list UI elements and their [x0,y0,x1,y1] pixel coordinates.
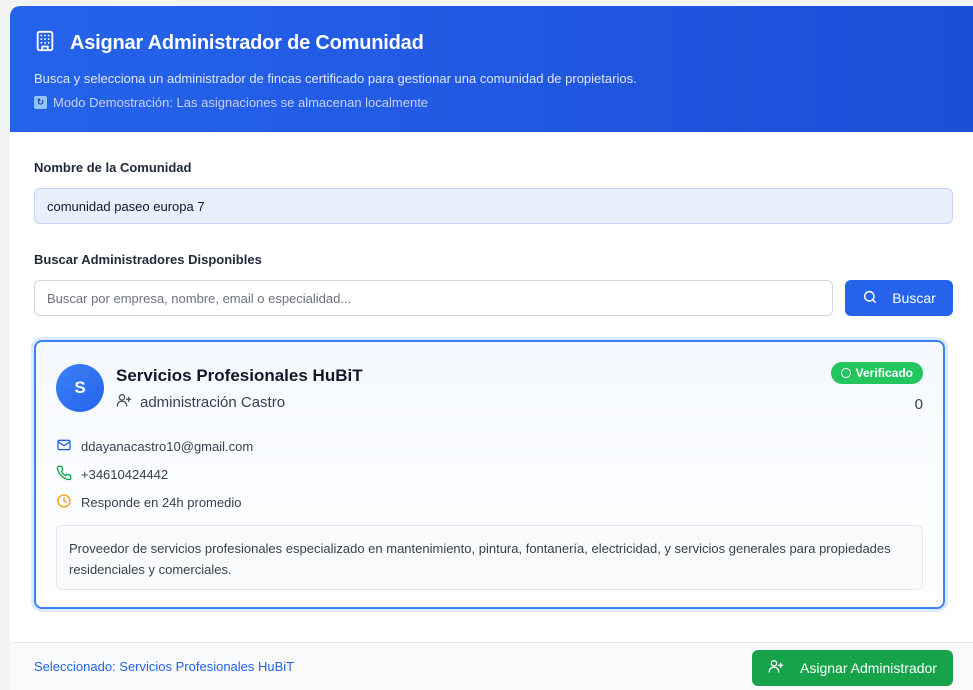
modal-footer: Seleccionado: Servicios Profesionales Hu… [10,642,973,690]
assign-admin-modal: Asignar Administrador de Comunidad Busca… [10,6,973,690]
contact-name: administración Castro [140,393,286,411]
assign-admin-button-label: Asignar Administrador [800,659,937,676]
modal-header: Asignar Administrador de Comunidad Busca… [10,6,973,132]
card-names: Servicios Profesionales HuBiT administra… [116,362,363,412]
mail-icon [56,437,72,456]
community-name-input[interactable]: comunidad paseo europa 7 [34,188,953,224]
response-row: Responde en 24h promedio [56,488,923,516]
assign-admin-button[interactable]: Asignar Administrador [752,649,953,686]
user-plus-icon [768,658,784,677]
search-input[interactable]: Buscar por empresa, nombre, email o espe… [34,280,833,316]
verified-badge-label: Verificado [855,366,913,380]
check-circle-icon [840,368,851,378]
refresh-icon: ↻ [34,96,47,109]
administrator-description: Proveedor de servicios profesionales esp… [56,525,923,590]
verified-badge: Verificado [830,362,923,384]
contact-row: administración Castro [116,392,363,412]
email-row: ddayanacastro10@gmail.com [56,432,923,460]
phone-icon [56,465,72,484]
company-name: Servicios Profesionales HuBiT [116,366,363,385]
community-name-label: Nombre de la Comunidad [34,160,192,175]
demo-mode-note: ↻ Modo Demostración: Las asignaciones se… [34,95,949,110]
modal-body: Nombre de la Comunidad comunidad paseo e… [10,132,973,609]
communities-count: 0 [914,396,923,413]
response-time-text: Responde en 24h promedio [81,494,242,510]
search-icon [862,289,878,308]
email-text: ddayanacastro10@gmail.com [81,438,254,454]
search-admins-label: Buscar Administradores Disponibles [34,252,262,267]
modal-title: Asignar Administrador de Comunidad [70,32,424,54]
administrator-card[interactable]: S Servicios Profesionales HuBiT administ… [34,340,945,609]
search-button-label: Buscar [892,290,936,306]
phone-row: +34610424442 [56,460,923,488]
search-button[interactable]: Buscar [845,280,953,316]
selected-admin-text: Seleccionado: Servicios Profesionales Hu… [34,659,295,674]
demo-mode-text: Modo Demostración: Las asignaciones se a… [53,95,429,110]
clock-icon [56,493,72,512]
modal-description: Busca y selecciona un administrador de f… [34,71,637,86]
header-title-row: Asignar Administrador de Comunidad [34,30,949,57]
avatar: S [56,364,104,412]
building-icon [34,30,56,57]
phone-text: +34610424442 [81,466,169,482]
card-header: S Servicios Profesionales HuBiT administ… [56,362,923,412]
search-row: Buscar por empresa, nombre, email o espe… [34,280,953,316]
user-plus-icon [116,392,132,412]
contact-info: ddayanacastro10@gmail.com +34610424442 R… [56,432,923,516]
